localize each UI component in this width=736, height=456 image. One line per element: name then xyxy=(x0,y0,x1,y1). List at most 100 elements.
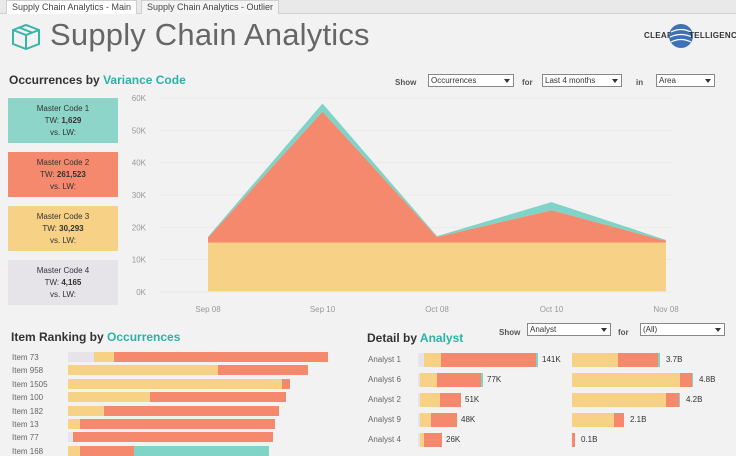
analyst-label: Analyst 4 xyxy=(368,435,401,444)
analyst-amount-segment[interactable] xyxy=(614,413,624,427)
analyst-label: Analyst 9 xyxy=(368,415,401,424)
master-code-lw: vs. LW: xyxy=(50,182,76,191)
chevron-down-icon xyxy=(612,79,618,83)
item-bar-segment[interactable] xyxy=(68,405,104,416)
analyst-amount-segment[interactable] xyxy=(572,353,618,367)
item-bar-segment[interactable] xyxy=(104,405,279,416)
analyst-amount-segment[interactable] xyxy=(572,413,614,427)
analyst-amount-segment[interactable] xyxy=(679,393,680,407)
analyst-amount-value: 4.8B xyxy=(699,375,716,384)
master-code-tw-label: TW: xyxy=(40,170,55,179)
detail-for-select-value: (All) xyxy=(643,325,658,334)
brand-right-text: TELLIGENCE xyxy=(689,31,736,40)
analyst-label: Analyst 2 xyxy=(368,395,401,404)
item-bar-segment[interactable] xyxy=(68,365,218,376)
chevron-down-icon xyxy=(504,79,510,83)
item-bar-segment[interactable] xyxy=(218,365,308,376)
analyst-amount-value: 3.7B xyxy=(666,355,683,364)
master-code-tw: TW: 261,523 xyxy=(8,169,118,181)
analyst-occurrence-segment[interactable] xyxy=(420,413,431,427)
box-icon xyxy=(10,22,42,51)
master-code-card[interactable]: Master Code 1 TW: 1,629 vs. LW: xyxy=(8,98,118,143)
master-code-card[interactable]: Master Code 4 TW: 4,165 vs. LW: xyxy=(8,260,118,305)
detail-title: Detail by Analyst xyxy=(367,331,463,345)
master-code-lw: vs. LW: xyxy=(50,290,76,299)
analyst-amount-segment[interactable] xyxy=(658,353,660,367)
analyst-amount-value: 4.2B xyxy=(686,395,703,404)
show-select[interactable]: Occurrences xyxy=(428,74,514,87)
y-tick-label: 60K xyxy=(132,94,147,103)
master-code-tw-label: TW: xyxy=(42,224,57,233)
master-code-tw-value: 261,523 xyxy=(56,170,86,179)
analyst-amount-segment[interactable] xyxy=(692,373,693,387)
y-tick-label: 10K xyxy=(132,256,147,265)
x-tick-label: Oct 10 xyxy=(540,305,564,314)
master-code-tw: TW: 30,293 xyxy=(8,223,118,235)
area-series-3[interactable] xyxy=(208,111,666,243)
item-bar-segment[interactable] xyxy=(68,392,150,403)
master-code-card[interactable]: Master Code 3 TW: 30,293 vs. LW: xyxy=(8,206,118,251)
x-tick-label: Sep 08 xyxy=(195,305,221,314)
area-series-1[interactable] xyxy=(208,291,666,292)
master-code-name: Master Code 1 xyxy=(36,104,90,113)
item-bar-segment[interactable] xyxy=(134,445,269,456)
analyst-occurrence-value: 77K xyxy=(487,375,502,384)
analyst-occurrence-segment[interactable] xyxy=(536,353,538,367)
analyst-occurrence-segment[interactable] xyxy=(424,353,441,367)
item-bar-segment[interactable] xyxy=(94,352,114,362)
item-bar-segment[interactable] xyxy=(80,445,134,456)
item-label: Item 1505 xyxy=(12,379,48,389)
item-ranking-title-accent: Occurrences xyxy=(107,330,181,344)
detail-for-select[interactable]: (All) xyxy=(640,323,725,336)
analyst-amount-segment[interactable] xyxy=(572,433,575,447)
analyst-occurrence-value: 141K xyxy=(542,355,561,364)
item-bar-segment[interactable] xyxy=(68,352,94,362)
analyst-occurrence-segment[interactable] xyxy=(481,373,483,387)
x-tick-label: Oct 08 xyxy=(425,305,449,314)
tab-outlier[interactable]: Supply Chain Analytics - Outlier xyxy=(141,0,280,14)
analyst-amount-segment[interactable] xyxy=(572,373,680,387)
item-bar-segment[interactable] xyxy=(68,419,80,429)
analyst-label: Analyst 6 xyxy=(368,375,401,384)
in-select[interactable]: Area xyxy=(656,74,715,87)
in-label: in xyxy=(636,78,644,87)
item-label: Item 77 xyxy=(12,433,39,443)
analyst-occurrence-segment[interactable] xyxy=(440,393,461,407)
item-bar-segment[interactable] xyxy=(73,432,273,443)
item-bar-segment[interactable] xyxy=(150,392,286,403)
analyst-amount-segment[interactable] xyxy=(572,393,666,407)
master-code-tw-value: 1,629 xyxy=(61,116,82,125)
master-code-tw-label: TW: xyxy=(44,278,60,287)
occurrences-title-accent: Variance Code xyxy=(103,73,186,87)
master-code-card[interactable]: Master Code 2 TW: 261,523 vs. LW: xyxy=(8,152,118,197)
analyst-occurrence-segment[interactable] xyxy=(424,433,442,447)
detail-show-select[interactable]: Analyst xyxy=(527,323,611,336)
analyst-amount-segment[interactable] xyxy=(666,393,679,407)
for-select[interactable]: Last 4 months xyxy=(542,74,622,87)
analyst-amount-segment[interactable] xyxy=(618,353,658,367)
analyst-occurrence-segment[interactable] xyxy=(420,393,440,407)
analyst-label: Analyst 1 xyxy=(368,355,401,364)
detail-title-prefix: Detail by xyxy=(367,331,418,345)
y-tick-label: 30K xyxy=(132,191,147,200)
analyst-occurrence-segment[interactable] xyxy=(431,413,457,427)
item-label: Item 958 xyxy=(12,366,44,376)
item-bar-segment[interactable] xyxy=(68,445,80,456)
analyst-occurrence-segment[interactable] xyxy=(437,373,481,387)
area-series-2[interactable] xyxy=(208,242,666,292)
occurrences-area-chart: 60K 50K 40K 30K 20K 10K 0K Sep 08 Sep 10 Oct 08 Oc… xyxy=(132,94,679,314)
item-bar-segment[interactable] xyxy=(68,378,282,389)
occurrences-title: Occurrences by Variance Code xyxy=(9,73,186,87)
analyst-amount-value: 2.1B xyxy=(630,415,647,424)
in-select-value: Area xyxy=(659,76,676,85)
analyst-occurrence-segment[interactable] xyxy=(441,353,536,367)
analyst-amount-segment[interactable] xyxy=(680,373,692,387)
x-tick-label: Nov 08 xyxy=(653,305,679,314)
tab-main[interactable]: Supply Chain Analytics - Main xyxy=(6,0,138,14)
item-bar-segment[interactable] xyxy=(114,352,328,362)
item-bar-segment[interactable] xyxy=(282,378,290,389)
item-ranking-title-prefix: Item Ranking by xyxy=(11,330,104,344)
item-bar-segment[interactable] xyxy=(80,419,275,429)
analyst-occurrence-segment[interactable] xyxy=(420,373,437,387)
y-tick-label: 20K xyxy=(132,223,147,232)
